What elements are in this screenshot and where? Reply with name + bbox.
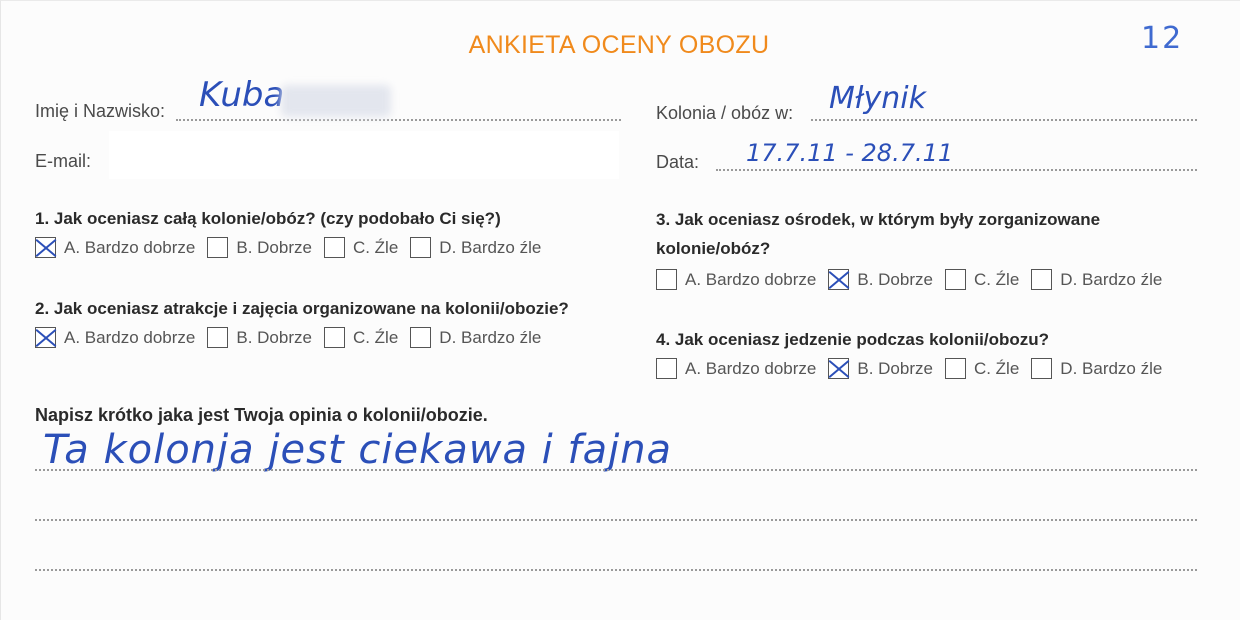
question-2: 2. Jak oceniasz atrakcje i zajęcia organ… [35,299,569,318]
checkbox[interactable] [323,327,345,348]
camp-label: Kolonia / obóz w: [656,103,794,123]
q4-option-b[interactable]: B. Dobrze [828,358,933,379]
name-value: Kuba [199,75,285,115]
checkbox[interactable] [656,358,677,379]
question-1: 1. Jak oceniasz całą kolonie/obóz? (czy … [35,209,501,228]
opinion-prompt: Napisz krótko jaka jest Twoja opinia o k… [35,405,488,425]
checkbox[interactable] [410,327,432,348]
checkbox[interactable] [35,327,56,348]
q2-option-c[interactable]: C. Źle [323,327,398,348]
question-3-line-1: 3. Jak oceniasz ośrodek, w którym były z… [656,210,1101,229]
opinion-line-2 [35,519,1197,521]
q4-option-c[interactable]: C. Źle [944,358,1019,379]
q3-option-b[interactable]: B. Dobrze [828,269,933,290]
form-number: 12 [1141,21,1184,56]
q1-option-a[interactable]: A. Bardzo dobrze [35,237,195,258]
checkbox[interactable] [828,358,850,379]
name-line [176,119,621,121]
question-3-options: A. Bardzo dobrze B. Dobrze C. Źle D. Bar… [656,269,1174,290]
question-2-options: A. Bardzo dobrze B. Dobrze C. Źle D. Bar… [35,327,553,348]
checkbox[interactable] [35,237,56,258]
redacted-surname [281,85,391,117]
opinion-answer: Ta kolonja jest ciekawa i fajna [43,427,673,473]
date-value: 17.7.11 - 28.7.11 [746,139,954,167]
date-label: Data: [656,152,700,172]
q1-option-c[interactable]: C. Źle [323,237,398,258]
checkbox[interactable] [207,237,229,258]
checkbox[interactable] [410,237,432,258]
q4-option-a[interactable]: A. Bardzo dobrze [656,358,816,379]
question-4: 4. Jak oceniasz jedzenie podczas kolonii… [656,330,1049,349]
checkbox[interactable] [1031,358,1053,379]
question-4-options: A. Bardzo dobrze B. Dobrze C. Źle D. Bar… [656,358,1174,379]
q1-option-b[interactable]: B. Dobrze [207,237,312,258]
question-3-line-2: kolonie/obóz? [656,239,771,258]
checkbox[interactable] [828,269,850,290]
survey-card: ANKIETA OCENY OBOZU 12 Imię i Nazwisko: … [0,0,1240,620]
q3-option-d[interactable]: D. Bardzo źle [1031,269,1162,290]
name-label: Imię i Nazwisko: [35,101,166,121]
date-line [716,169,1197,171]
checkbox[interactable] [656,269,677,290]
checkbox[interactable] [944,358,966,379]
question-1-options: A. Bardzo dobrze B. Dobrze C. Źle D. Bar… [35,237,553,258]
email-field-redacted [109,131,619,179]
q1-option-d[interactable]: D. Bardzo źle [410,237,541,258]
camp-line [811,119,1197,121]
email-label: E-mail: [35,151,92,171]
opinion-line-1 [35,469,1197,471]
opinion-line-3 [35,569,1197,571]
camp-value: Młynik [829,81,926,116]
q3-option-c[interactable]: C. Źle [944,269,1019,290]
q2-option-d[interactable]: D. Bardzo źle [410,327,541,348]
form-title: ANKIETA OCENY OBOZU [468,31,770,59]
q2-option-a[interactable]: A. Bardzo dobrze [35,327,195,348]
checkbox[interactable] [1031,269,1053,290]
checkbox[interactable] [944,269,966,290]
checkbox[interactable] [323,237,345,258]
q3-option-a[interactable]: A. Bardzo dobrze [656,269,816,290]
q2-option-b[interactable]: B. Dobrze [207,327,312,348]
q4-option-d[interactable]: D. Bardzo źle [1031,358,1162,379]
checkbox[interactable] [207,327,229,348]
